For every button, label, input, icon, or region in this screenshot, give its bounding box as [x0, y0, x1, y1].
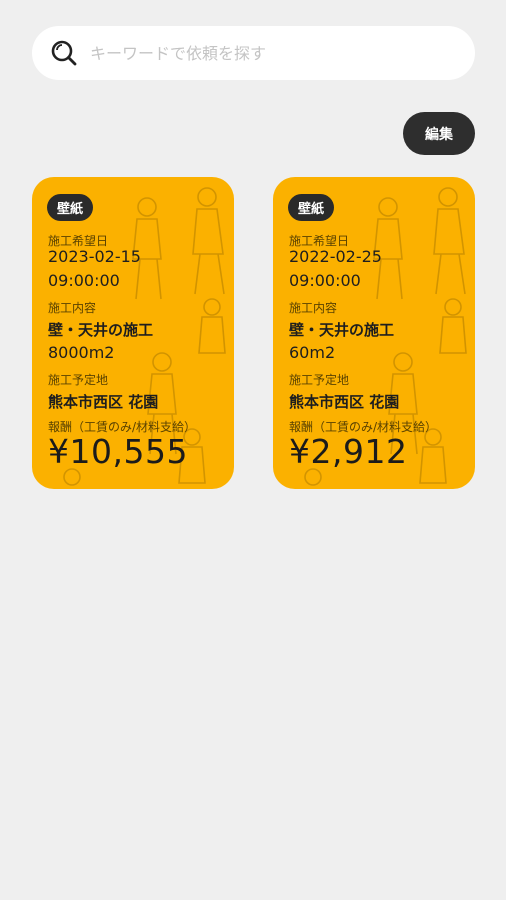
price-value: ¥2,912 [289, 432, 408, 471]
location-value: 熊本市西区 花園 [48, 393, 159, 411]
search-icon [51, 40, 77, 66]
time-value: 09:00:00 [48, 271, 120, 290]
category-badge: 壁紙 [288, 194, 335, 221]
request-card[interactable]: 壁紙 施工希望日 2022-02-25 09:00:00 施工内容 壁・天井の施… [273, 177, 475, 489]
location-label: 施工予定地 [48, 373, 109, 387]
request-card[interactable]: 壁紙 施工希望日 2023-02-15 09:00:00 施工内容 壁・天井の施… [32, 177, 234, 489]
area-value: 60m2 [289, 343, 336, 362]
content-label: 施工内容 [48, 301, 97, 315]
location-value: 熊本市西区 花園 [289, 393, 400, 411]
price-value: ¥10,555 [48, 432, 188, 471]
search-bar[interactable] [32, 26, 475, 80]
screen: 編集 壁紙 施工希望日 2023-02-15 09:00:00 施工内容 壁・天… [0, 0, 506, 900]
search-input[interactable] [90, 38, 450, 68]
time-value: 09:00:00 [289, 271, 361, 290]
category-badge: 壁紙 [47, 194, 94, 221]
content-value: 壁・天井の施工 [48, 321, 154, 339]
date-value: 2023-02-15 [48, 247, 141, 266]
edit-button[interactable]: 編集 [403, 112, 475, 155]
area-value: 8000m2 [48, 343, 115, 362]
content-label: 施工内容 [289, 301, 338, 315]
date-value: 2022-02-25 [289, 247, 382, 266]
location-label: 施工予定地 [289, 373, 350, 387]
content-value: 壁・天井の施工 [289, 321, 395, 339]
